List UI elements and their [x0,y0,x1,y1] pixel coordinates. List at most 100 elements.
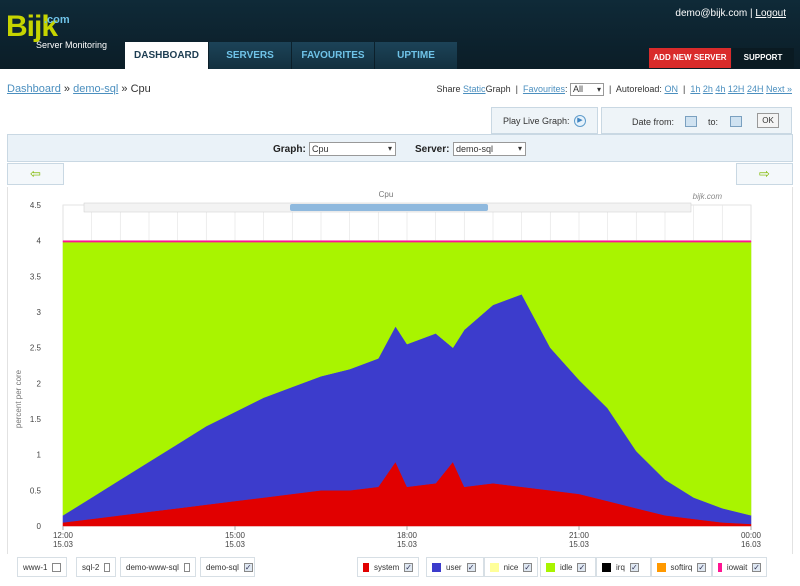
user-email: demo@bijk.com [675,8,748,19]
legend-checkbox[interactable]: ✓ [629,562,639,572]
date-range: Date from: to: OK [601,107,792,134]
logout-link[interactable]: Logout [755,8,786,19]
breadcrumb-separator: » [121,83,128,95]
y-tick-label: 1 [37,451,42,460]
legend-item-system[interactable]: system ✓ [357,557,419,577]
server-label: Server: [415,144,450,155]
server-checkbox[interactable] [183,562,190,572]
navigator-handle[interactable] [290,204,488,211]
arrow-right-icon: ⇨ [759,166,770,181]
favourites-select[interactable]: All [570,83,605,96]
server-toggle-demo-sql[interactable]: demo-sql ✓ [200,557,255,577]
legend-item-softirq[interactable]: softirq ✓ [651,557,712,577]
breadcrumb-current: Cpu [130,83,151,95]
legend-swatch [718,562,722,572]
server-toggle-demo-www-sql[interactable]: demo-www-sql [120,557,196,577]
server-checkbox[interactable] [52,562,61,572]
x-tick-date: 15.03 [569,540,590,549]
graph-toolbar: Share StaticGraph | Favourites: All | Au… [437,83,792,96]
calendar-icon[interactable] [685,116,697,127]
cpu-chart-svg: 00.511.522.533.544.5 12:0015.0315:0015.0… [14,190,762,549]
server-checkbox[interactable]: ✓ [243,562,253,572]
y-tick-label: 3.5 [30,272,42,281]
play-live-label: Play Live Graph: [503,116,570,126]
y-tick-label: 0.5 [30,486,42,495]
y-axis-ticks: 0 0.5 1 1.5 2 2.5 3 3.5 4 4.5 [30,201,42,531]
tab-favourites[interactable]: FAVOURITES [292,42,374,69]
breadcrumb-dashboard[interactable]: Dashboard [7,83,61,95]
legend-checkbox[interactable]: ✓ [523,562,532,572]
graph-selector: Graph: Cpu Server: demo-sql [7,134,793,162]
legend-item-idle[interactable]: idle ✓ [540,557,596,577]
x-tick-time: 15:00 [225,531,246,540]
range-24h[interactable]: 24H [747,84,764,94]
x-tick-time: 00:00 [741,531,762,540]
breadcrumb-server[interactable]: demo-sql [73,83,118,95]
legend-label: idle [560,562,573,572]
prev-period-button[interactable]: ⇦ [7,163,64,185]
arrow-left-icon: ⇦ [30,166,41,181]
legend-checkbox[interactable]: ✓ [577,562,587,572]
legend-item-nice[interactable]: nice ✓ [484,557,538,577]
server-checkbox[interactable] [104,562,110,572]
y-tick-label: 2 [37,379,42,388]
server-select[interactable]: demo-sql [453,142,526,156]
legend-item-user[interactable]: user ✓ [426,557,484,577]
server-toggle-www-1[interactable]: www-1 [17,557,67,577]
x-tick-time: 18:00 [397,531,418,540]
next-period-button[interactable]: ⇨ [736,163,793,185]
share-static-link[interactable]: Static [463,84,486,94]
play-live-graph: Play Live Graph: ▶ [491,107,598,134]
range-12h[interactable]: 12H [728,84,745,94]
legend-checkbox[interactable]: ✓ [404,562,413,572]
tab-servers[interactable]: SERVERS [209,42,291,69]
range-4h[interactable]: 4h [715,84,725,94]
tab-dashboard[interactable]: DASHBOARD [125,42,208,69]
legend-item-iowait[interactable]: iowait ✓ [712,557,767,577]
x-tick-date: 16.03 [741,540,762,549]
y-axis-label: percent per core [14,369,23,428]
date-ok-button[interactable]: OK [757,113,779,128]
chart-title: Cpu [379,190,394,199]
server-toggle-label: www-1 [23,562,48,572]
y-tick-label: 2.5 [30,344,42,353]
range-1h[interactable]: 1h [690,84,700,94]
next-link[interactable]: Next » [766,84,792,94]
series-area-iowait [62,240,752,243]
legend-swatch [490,562,499,572]
range-2h[interactable]: 2h [703,84,713,94]
legend-checkbox[interactable]: ✓ [466,562,476,572]
calendar-icon[interactable] [730,116,742,127]
play-icon[interactable]: ▶ [574,115,586,127]
favourites-link[interactable]: Favourites [523,84,565,94]
server-toggle-label: demo-sql [206,562,239,572]
legend-checkbox[interactable]: ✓ [752,562,761,572]
cpu-chart: 0 0.5 1 1.5 2 2.5 3 3.5 4 4.5 12:00 15.03 15:00 15.0… [7,187,793,554]
legend-swatch [432,562,441,572]
user-links: demo@bijk.com | Logout [675,8,786,19]
server-toggle-sql-2[interactable]: sql-2 [76,557,116,577]
legend-swatch [546,562,555,572]
bijk-logo[interactable]: Bijk .com Server Monitoring [6,10,107,50]
chart-areas [62,240,752,527]
legend-label: iowait [726,562,748,572]
legend-label: nice [503,562,519,572]
tab-uptime[interactable]: UPTIME [375,42,457,69]
graph-select[interactable]: Cpu [309,142,396,156]
legend-label: irq [616,562,625,572]
user-links-separator: | [750,8,753,19]
legend-swatch [657,562,666,572]
y-tick-label: 1.5 [30,415,42,424]
chart-watermark: bijk.com [693,192,723,201]
legend-label: user [446,562,462,572]
main-nav: DASHBOARD SERVERS FAVOURITES UPTIME [125,42,458,69]
favourites-colon: : [564,83,568,94]
navigator-scrollbar[interactable] [83,202,692,213]
legend-item-irq[interactable]: irq ✓ [596,557,651,577]
support-button[interactable]: SUPPORT [732,48,794,68]
date-from-label: Date from: [632,117,675,127]
add-new-server-button[interactable]: ADD NEW SERVER [649,48,731,68]
autoreload-toggle[interactable]: ON [664,84,678,94]
server-toggle-label: demo-www-sql [126,562,179,572]
legend-checkbox[interactable]: ✓ [697,562,706,572]
